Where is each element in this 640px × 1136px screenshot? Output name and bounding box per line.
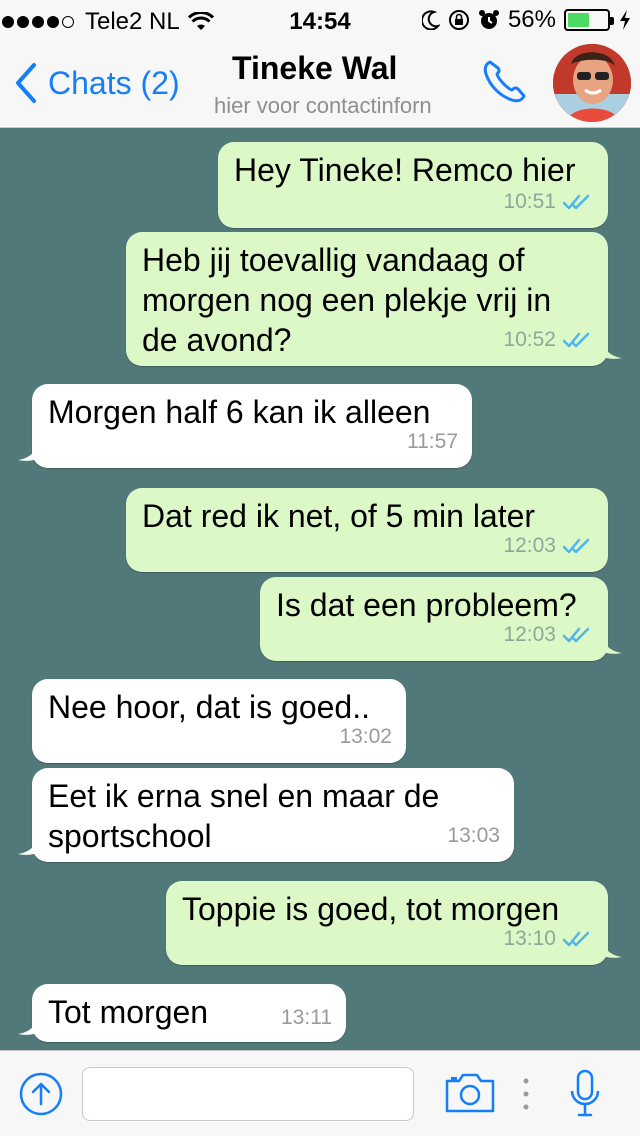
message-bubble-incoming[interactable]: Eet ik erna snel en maar de sportschool … [18, 768, 514, 862]
message-meta: 11:57 [407, 422, 458, 462]
message-meta: 13:02 [339, 717, 392, 757]
battery-percentage: 56% [507, 6, 556, 33]
message-text: Eet ik erna snel en maar de sportschool [48, 778, 440, 854]
moon-icon [421, 10, 440, 30]
message-input[interactable] [82, 1067, 414, 1121]
microphone-icon[interactable] [570, 1069, 600, 1119]
message-meta: 13:03 [447, 816, 500, 856]
message-meta: 10:52 [503, 320, 594, 360]
message-bubble-incoming[interactable]: Morgen half 6 kan ik alleen 11:57 [18, 384, 472, 468]
camera-icon[interactable] [444, 1071, 496, 1115]
message-time: 13:11 [281, 1006, 332, 1029]
message-time: 10:51 [503, 190, 556, 213]
double-check-icon [562, 931, 590, 947]
charging-icon [620, 10, 630, 30]
message-time: 13:10 [503, 927, 556, 950]
alarm-icon [478, 10, 499, 29]
message-time: 13:03 [447, 824, 500, 847]
message-time: 11:57 [407, 430, 458, 453]
message-bubble-outgoing[interactable]: Toppie is goed, tot morgen 13:10 [166, 881, 622, 965]
composer-bar [0, 1050, 640, 1136]
message-meta: 10:51 [503, 182, 594, 222]
contact-info[interactable]: Tineke Wal hier voor contactinforn [214, 50, 476, 119]
chevron-left-icon [16, 63, 36, 103]
separator-dots [523, 1078, 529, 1110]
upload-arrow-icon[interactable] [18, 1071, 64, 1117]
double-check-icon [562, 194, 590, 210]
status-bar: Tele2 NL 14:54 56% [0, 0, 640, 40]
rotation-lock-icon [448, 10, 469, 30]
status-right: 56% [421, 6, 632, 34]
message-bubble-outgoing[interactable]: Is dat een probleem? 12:03 [260, 577, 622, 661]
message-meta: 12:03 [503, 526, 594, 566]
message-time: 13:02 [339, 725, 392, 748]
message-meta: 12:03 [503, 615, 594, 655]
battery-level [568, 13, 590, 27]
double-check-icon [562, 538, 590, 554]
double-check-icon [562, 627, 590, 643]
contact-subtitle: hier voor contactinforn [214, 93, 432, 118]
message-time: 12:03 [503, 623, 556, 646]
back-button[interactable]: Chats (2) [14, 62, 180, 104]
message-time: 10:52 [503, 328, 556, 351]
message-meta: 13:10 [503, 919, 594, 959]
message-bubble-outgoing[interactable]: Hey Tineke! Remco hier 10:51 [218, 142, 608, 228]
message-bubble-outgoing[interactable]: Heb jij toevallig vandaag of morgen nog … [126, 232, 622, 366]
chat-header: Chats (2) Tineke Wal hier voor contactin… [0, 40, 640, 128]
message-time: 12:03 [503, 534, 556, 557]
phone-icon[interactable] [480, 56, 530, 106]
double-check-icon [562, 332, 590, 348]
message-bubble-outgoing[interactable]: Dat red ik net, of 5 min later 12:03 [126, 488, 608, 572]
message-bubble-incoming[interactable]: Tot morgen 13:11 [18, 984, 346, 1042]
avatar[interactable] [553, 44, 631, 122]
message-text: Morgen half 6 kan ik alleen [48, 394, 431, 430]
message-meta: 13:11 [281, 998, 332, 1038]
battery-icon [564, 9, 614, 31]
contact-name: Tineke Wal [232, 50, 398, 86]
message-bubble-incoming[interactable]: Nee hoor, dat is goed.. 13:02 [32, 679, 406, 763]
back-label: Chats (2) [48, 64, 180, 101]
